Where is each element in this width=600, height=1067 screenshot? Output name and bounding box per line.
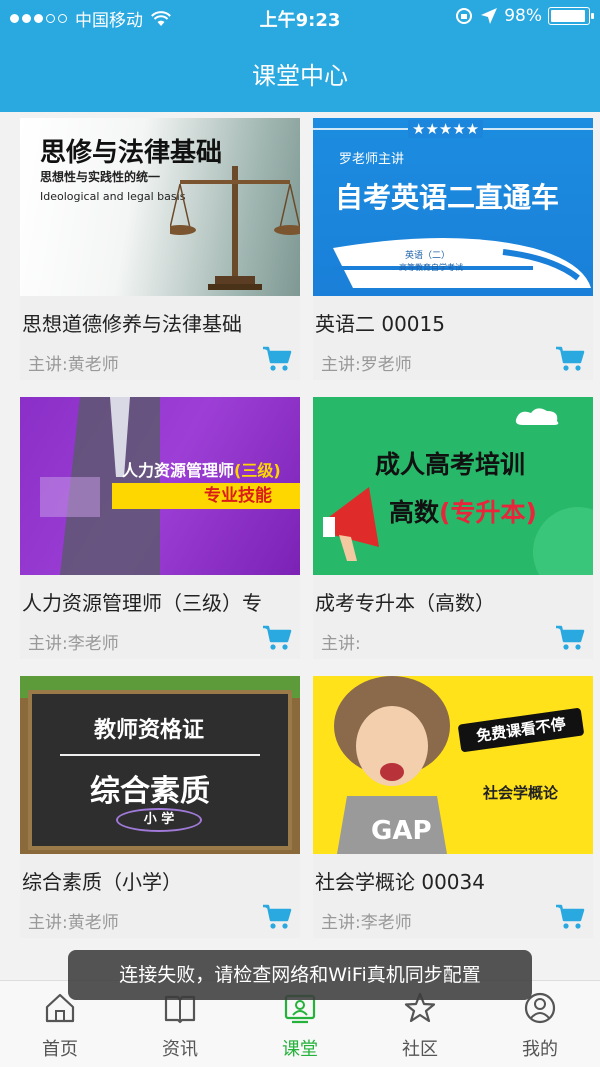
course-teacher: 主讲:罗老师	[321, 355, 412, 375]
cloud-icon	[515, 408, 559, 425]
thumb-badge: 小 学	[116, 808, 202, 832]
course-teacher: 主讲:李老师	[321, 913, 412, 933]
thumb-title: 成人高考培训	[375, 450, 526, 479]
thumb-teacher-line: 罗老师主讲	[339, 152, 405, 167]
cart-icon[interactable]	[555, 346, 585, 372]
thumb-title: 人力资源管理师(三级)	[122, 461, 281, 480]
course-thumbnail: 思修与法律基础 思想性与实践性的统一 Ideological and legal…	[20, 118, 300, 296]
tab-label: 课堂	[282, 1039, 318, 1060]
battery-icon	[548, 7, 594, 25]
scales-icon	[170, 166, 300, 290]
thumb-english: Ideological and legal basis	[40, 190, 186, 203]
tab-label: 我的	[522, 1039, 558, 1060]
megaphone-icon	[323, 487, 379, 561]
course-name: 综合素质（小学）	[22, 870, 182, 894]
tab-label: 首页	[42, 1039, 78, 1060]
train-label: 英语（二）	[405, 251, 451, 261]
course-card[interactable]: 思修与法律基础 思想性与实践性的统一 Ideological and legal…	[20, 118, 300, 380]
error-toast: 连接失败，请检查网络和WiFi真机同步配置	[68, 950, 532, 1000]
course-thumbnail: 成人高考培训 高数(专升本)	[313, 397, 593, 575]
cart-icon[interactable]	[262, 625, 292, 651]
course-teacher: 主讲:黄老师	[28, 355, 119, 375]
course-card[interactable]: ★★★★★ 罗老师主讲 自考英语二直通车 英语（二） 高等教育自学考试 英语二 …	[313, 118, 593, 380]
course-thumbnail: ★★★★★ 罗老师主讲 自考英语二直通车 英语（二） 高等教育自学考试	[313, 118, 593, 296]
cart-icon[interactable]	[555, 904, 585, 930]
course-thumbnail: 教师资格证 综合素质 小 学	[20, 676, 300, 854]
train-sub: 高等教育自学考试	[399, 263, 463, 272]
course-name: 思想道德修养与法律基础	[22, 312, 242, 336]
nav-bar: 课堂中心	[0, 40, 600, 112]
course-card[interactable]: 成人高考培训 高数(专升本) 成考专升本（高数） 主讲:	[313, 397, 593, 659]
thumb-stars: ★★★★★	[408, 120, 484, 138]
location-icon	[481, 8, 498, 24]
thumb-line1: 教师资格证	[94, 717, 205, 743]
tab-label: 资讯	[162, 1039, 198, 1060]
course-name: 英语二 00015	[315, 312, 445, 336]
course-name: 成考专升本（高数）	[315, 591, 495, 615]
thumb-banner: 专业技能	[112, 483, 300, 509]
train-icon	[333, 238, 591, 288]
cart-icon[interactable]	[262, 904, 292, 930]
thumb-subtitle: 高数(专升本)	[389, 498, 537, 527]
orientation-lock-icon	[456, 8, 473, 24]
course-teacher: 主讲:黄老师	[28, 913, 119, 933]
course-thumbnail: 人力资源管理师(三级) 专业技能	[20, 397, 300, 575]
course-teacher: 主讲:	[321, 634, 361, 654]
shirt-logo: GAP	[371, 816, 432, 846]
page-title: 课堂中心	[252, 62, 348, 90]
course-card[interactable]: GAP 免费课看不停 社会学概论 社会学概论 00034 主讲:李老师	[313, 676, 593, 938]
status-right: 98%	[454, 6, 594, 26]
thumb-title: 自考英语二直通车	[335, 181, 560, 214]
thumb-line2: 综合素质	[90, 774, 210, 809]
thumb-banner: 免费课看不停	[457, 707, 585, 753]
battery-percent: 98%	[504, 6, 542, 26]
cart-icon[interactable]	[262, 346, 292, 372]
thumb-subtitle: 思想性与实践性的统一	[40, 170, 161, 184]
course-card[interactable]: 人力资源管理师(三级) 专业技能 人力资源管理师（三级）专 主讲:李老师	[20, 397, 300, 659]
course-teacher: 主讲:李老师	[28, 634, 119, 654]
tab-label: 社区	[402, 1039, 438, 1060]
course-name: 社会学概论 00034	[315, 870, 485, 894]
course-card[interactable]: 教师资格证 综合素质 小 学 综合素质（小学） 主讲:黄老师	[20, 676, 300, 938]
thumb-subject: 社会学概论	[483, 784, 559, 802]
status-bar: 中国移动 上午9:23 98%	[0, 0, 600, 40]
course-name: 人力资源管理师（三级）专	[22, 591, 262, 615]
course-thumbnail: GAP 免费课看不停 社会学概论	[313, 676, 593, 854]
cart-icon[interactable]	[555, 625, 585, 651]
